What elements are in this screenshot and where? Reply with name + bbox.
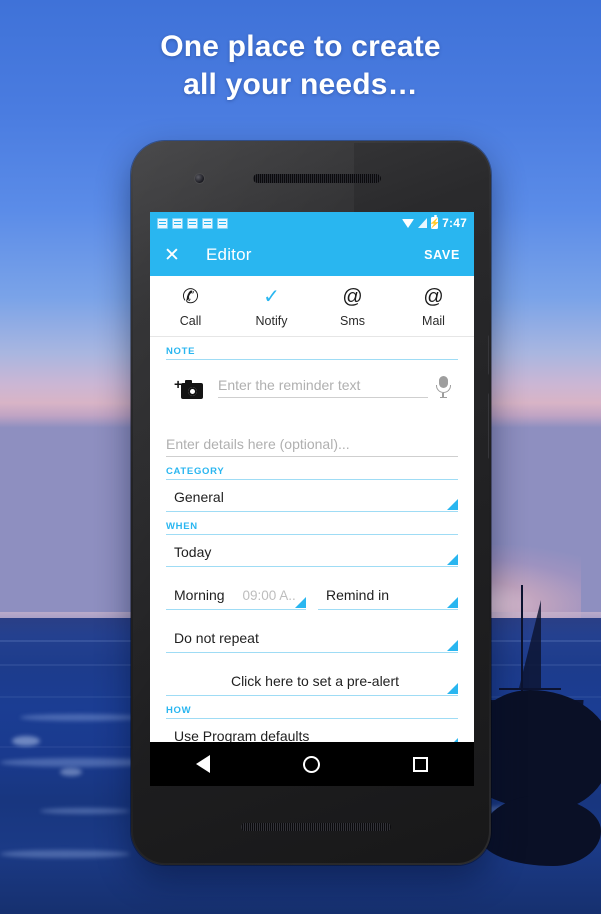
app-bar-title: Editor (206, 245, 252, 264)
headline-line-1: One place to create (160, 30, 441, 63)
tab-notify[interactable]: ✓ Notify (231, 285, 312, 328)
time-of-day-spinner[interactable]: Morning 09:00 A.. (166, 578, 306, 610)
phone-mockup: ⚡ 7:47 ✕ Editor SAVE ✆ Call ✓ Notify @ S… (131, 141, 491, 865)
tab-notify-label: Notify (255, 314, 288, 328)
headline-line-2: all your needs… (183, 68, 418, 102)
close-icon[interactable]: ✕ (164, 246, 186, 265)
section-label-category: CATEGORY (166, 466, 225, 477)
how-value: Use Program defaults (174, 728, 310, 742)
time-hint: 09:00 A.. (242, 588, 296, 603)
chevron-down-icon (447, 640, 458, 651)
wifi-icon (402, 218, 415, 228)
section-label-how: HOW (166, 705, 192, 716)
section-label-note: NOTE (166, 346, 196, 357)
sailboat-mast (521, 585, 523, 703)
category-spinner[interactable]: General (166, 480, 458, 512)
microphone-icon[interactable] (428, 369, 458, 399)
status-bar-clock: 7:47 (442, 216, 467, 230)
home-circle-icon[interactable] (302, 755, 320, 773)
chevron-down-icon (447, 738, 458, 742)
page-title: One place to create all your needs… (0, 28, 601, 105)
repeat-value: Do not repeat (174, 630, 259, 646)
note-icon (157, 217, 168, 229)
battery-bolt-glyph: ⚡ (429, 217, 441, 228)
repeat-spinner[interactable]: Do not repeat (166, 621, 458, 653)
editor-form: NOTE + Enter the reminder text Enter det… (150, 337, 474, 742)
app-bar: ✕ Editor SAVE (150, 234, 474, 276)
phone-screen: ⚡ 7:47 ✕ Editor SAVE ✆ Call ✓ Notify @ S… (150, 212, 474, 786)
recents-square-icon[interactable] (412, 756, 428, 772)
remind-in-spinner[interactable]: Remind in (318, 578, 458, 610)
how-spinner[interactable]: Use Program defaults (166, 719, 458, 742)
chevron-down-icon (447, 597, 458, 608)
signal-icon (418, 218, 428, 228)
add-photo-icon[interactable]: + (166, 369, 218, 413)
tab-mail-label: Mail (422, 314, 445, 328)
time-of-day-value: Morning (174, 587, 225, 603)
note-icon (172, 217, 183, 229)
front-camera (195, 174, 204, 183)
bottom-speaker (241, 823, 391, 831)
note-icon (202, 217, 213, 229)
reminder-text-input[interactable] (218, 375, 428, 398)
when-date-spinner[interactable]: Today (166, 535, 458, 567)
action-type-tabs: ✆ Call ✓ Notify @ Sms @ Mail (150, 276, 474, 337)
tab-call[interactable]: ✆ Call (150, 285, 231, 328)
remind-in-value: Remind in (326, 587, 390, 603)
phone-icon: ✆ (182, 286, 199, 308)
at-sign-icon: @ (423, 286, 444, 308)
status-bar: ⚡ 7:47 (150, 212, 474, 234)
details-input[interactable] (166, 434, 458, 457)
android-nav-bar (150, 742, 474, 786)
checkmark-icon: ✓ (263, 286, 280, 308)
when-date-value: Today (174, 544, 212, 560)
chevron-down-icon (447, 554, 458, 565)
earpiece-speaker (253, 174, 381, 183)
tab-sms[interactable]: @ Sms (312, 285, 393, 328)
details-row (166, 413, 458, 457)
note-icon (187, 217, 198, 229)
pre-alert-value: Click here to set a pre-alert (230, 673, 400, 689)
reminder-text-field-wrap (218, 369, 428, 398)
tab-call-label: Call (179, 314, 202, 328)
back-triangle-icon[interactable] (196, 755, 211, 773)
section-label-when: WHEN (166, 521, 198, 532)
battery-charging-icon: ⚡ (429, 215, 441, 229)
chevron-down-icon (447, 683, 458, 694)
tab-sms-label: Sms (340, 314, 365, 328)
rock-silhouette (481, 796, 601, 866)
save-button[interactable]: SAVE (424, 248, 460, 262)
category-value: General (174, 489, 224, 505)
at-sign-icon: @ (342, 286, 363, 308)
notification-icons (157, 217, 228, 229)
note-icon (217, 217, 228, 229)
pre-alert-spinner[interactable]: Click here to set a pre-alert (166, 664, 458, 696)
when-time-row: Morning 09:00 A.. Remind in (166, 578, 458, 610)
note-row: + (166, 360, 458, 413)
chevron-down-icon (447, 499, 458, 510)
tab-mail[interactable]: @ Mail (393, 285, 474, 328)
volume-button[interactable] (488, 393, 489, 459)
power-button[interactable] (488, 335, 489, 375)
chevron-down-icon (295, 597, 306, 608)
